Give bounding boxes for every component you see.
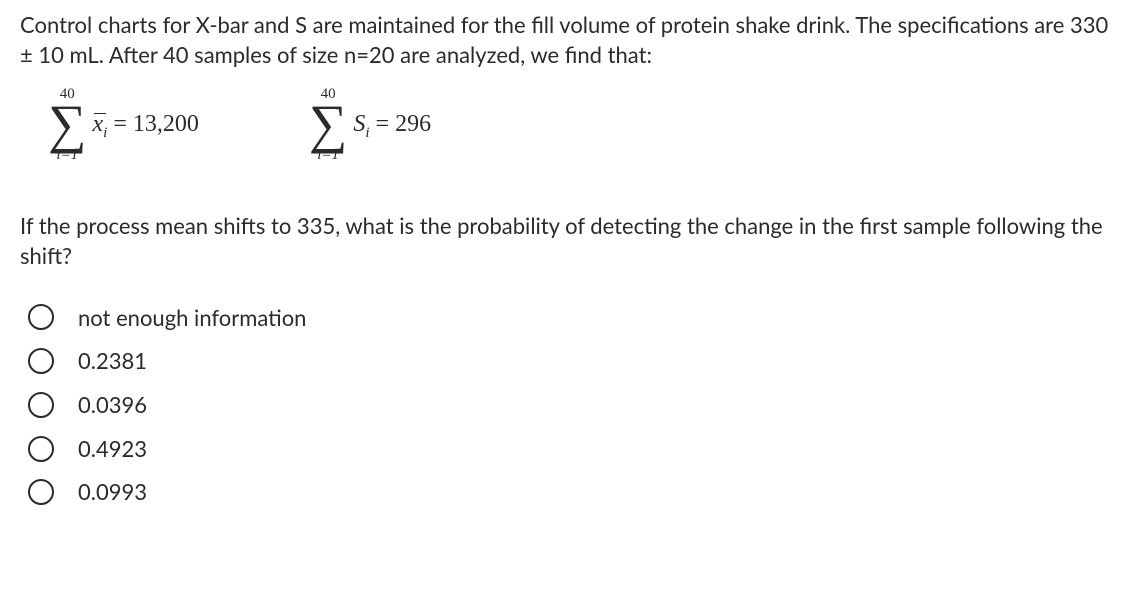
radio-button[interactable] bbox=[28, 392, 54, 418]
sigma-lower-limit: i=1 bbox=[56, 148, 78, 163]
sub-question: If the process mean shifts to 335, what … bbox=[20, 211, 1109, 270]
radio-button[interactable] bbox=[28, 479, 54, 505]
eq2-value: = 296 bbox=[370, 111, 432, 137]
option-label: 0.0396 bbox=[78, 390, 147, 420]
radio-button[interactable] bbox=[28, 304, 54, 330]
sigma-symbol: ∑ bbox=[309, 102, 348, 148]
eq1-value: = 13,200 bbox=[107, 111, 199, 137]
s-variable: S bbox=[353, 111, 365, 137]
options-group: not enough information 0.2381 0.0396 0.4… bbox=[20, 303, 1109, 507]
radio-button[interactable] bbox=[28, 436, 54, 462]
equation-sum-xbar: 40 ∑ i=1 xi = 13,200 bbox=[48, 87, 199, 163]
option-label: not enough information bbox=[78, 303, 306, 333]
sigma-symbol: ∑ bbox=[48, 102, 87, 148]
option-label: 0.4923 bbox=[78, 434, 147, 464]
option-row[interactable]: 0.2381 bbox=[28, 346, 1109, 376]
option-row[interactable]: not enough information bbox=[28, 303, 1109, 333]
option-row[interactable]: 0.0993 bbox=[28, 477, 1109, 507]
question-intro: Control charts for X-bar and S are maint… bbox=[20, 10, 1109, 69]
option-label: 0.2381 bbox=[78, 346, 147, 376]
sigma-lower-limit: i=1 bbox=[317, 148, 339, 163]
equations-block: 40 ∑ i=1 xi = 13,200 40 ∑ i=1 Si = 296 bbox=[20, 87, 1109, 163]
equation-sum-s: 40 ∑ i=1 Si = 296 bbox=[309, 87, 431, 163]
option-row[interactable]: 0.0396 bbox=[28, 390, 1109, 420]
radio-button[interactable] bbox=[28, 348, 54, 374]
option-label: 0.0993 bbox=[78, 477, 147, 507]
option-row[interactable]: 0.4923 bbox=[28, 434, 1109, 464]
xbar-variable: x bbox=[93, 111, 104, 137]
